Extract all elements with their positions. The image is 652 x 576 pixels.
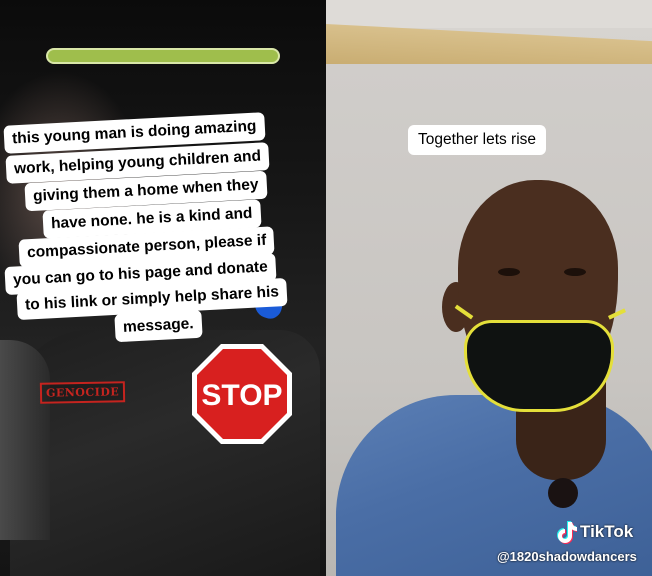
neck-mark <box>548 478 578 508</box>
right-video-panel[interactable] <box>326 0 652 576</box>
ceiling <box>326 0 652 28</box>
caption-line-8: message. <box>114 309 203 343</box>
tiktok-brand: TikTok <box>580 522 634 541</box>
right-eye <box>564 268 586 276</box>
genocide-stamp: GENOCIDE <box>39 381 126 404</box>
tiktok-watermark: TikTok <box>555 520 633 544</box>
right-caption: Together lets rise <box>408 125 547 155</box>
coat-fold <box>0 340 50 540</box>
progress-bar <box>46 48 280 64</box>
face-mask <box>464 320 614 412</box>
stop-sign-text: STOP <box>201 379 282 412</box>
left-eye <box>498 268 520 276</box>
creator-handle[interactable]: @1820shadowdancers <box>497 549 637 564</box>
stop-sign-icon: STOP <box>192 344 292 444</box>
tiktok-logo-icon <box>557 521 577 544</box>
